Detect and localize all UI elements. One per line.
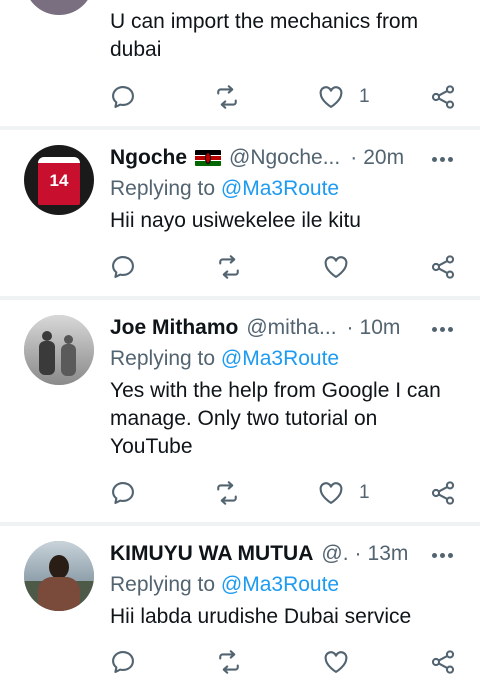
jersey-image: 14: [38, 157, 80, 205]
more-options-button[interactable]: [432, 553, 454, 559]
replying-label: Replying to: [110, 573, 216, 596]
share-button[interactable]: [429, 83, 457, 111]
replying-label: Replying to: [110, 347, 216, 370]
reply-icon: [109, 648, 137, 676]
reply-icon: [109, 83, 137, 111]
share-icon: [429, 253, 457, 281]
retweet-button[interactable]: [215, 253, 243, 281]
tweet-actions: 1: [0, 83, 480, 113]
share-icon: [429, 479, 457, 507]
share-icon: [429, 648, 457, 676]
avatar[interactable]: [24, 541, 94, 611]
separator-dot: ·: [354, 542, 362, 565]
replying-to: Replying to @Ma3Route: [110, 573, 339, 597]
tweet-actions: [0, 648, 480, 678]
replying-label: Replying to: [110, 177, 216, 200]
retweet-button[interactable]: [215, 648, 243, 676]
reply-icon: [109, 253, 137, 281]
kenya-flag-icon: [195, 150, 222, 166]
tweet-actions: [0, 253, 480, 283]
like-count: 1: [359, 482, 370, 503]
share-button[interactable]: [429, 253, 457, 281]
display-name[interactable]: KIMUYU WA MUTUA: [110, 542, 313, 566]
avatar[interactable]: [24, 0, 94, 15]
more-options-button[interactable]: [432, 327, 454, 333]
replying-to: Replying to @Ma3Route: [110, 347, 339, 371]
reply-button[interactable]: [109, 648, 137, 676]
more-options-button[interactable]: [432, 157, 454, 163]
reply-button[interactable]: [109, 253, 137, 281]
like-icon: [322, 253, 350, 281]
retweet-button[interactable]: [213, 83, 241, 111]
retweet-icon: [213, 479, 241, 507]
share-icon: [429, 83, 457, 111]
timestamp[interactable]: 10m: [360, 316, 401, 340]
reply-button[interactable]: [109, 479, 137, 507]
reply-button[interactable]: [109, 83, 137, 111]
like-button[interactable]: [317, 479, 345, 507]
replying-to: Replying to @Ma3Route: [110, 177, 339, 201]
tweet-header: Ngoche @Ngoche... · 20m: [110, 144, 452, 172]
jersey-number: 14: [49, 171, 69, 190]
retweet-icon: [213, 83, 241, 111]
display-name[interactable]: Ngoche: [110, 146, 187, 170]
like-icon: [322, 648, 350, 676]
retweet-icon: [215, 253, 243, 281]
user-handle[interactable]: @Ngoche...: [229, 146, 340, 170]
timestamp[interactable]: 13m: [368, 542, 409, 566]
tweet-text: U can import the mechanics from dubai: [110, 10, 419, 61]
timestamp[interactable]: 20m: [363, 146, 404, 170]
mention-link[interactable]: @Ma3Route: [221, 573, 339, 596]
user-handle[interactable]: @.: [321, 542, 348, 566]
tweet-actions: 1: [0, 479, 480, 509]
tweet-header: KIMUYU WA MUTUA @. · 13m: [110, 540, 452, 568]
like-button[interactable]: [322, 253, 350, 281]
avatar[interactable]: 14: [24, 145, 94, 215]
user-handle[interactable]: @mitha...: [246, 316, 336, 340]
like-button[interactable]: [317, 83, 345, 111]
tweet-text: Yes with the help from Google I can mana…: [110, 379, 441, 458]
separator-dot: ·: [346, 316, 354, 339]
separator-dot: ·: [350, 146, 358, 169]
retweet-icon: [215, 648, 243, 676]
like-count: 1: [359, 86, 370, 107]
mention-link[interactable]: @Ma3Route: [221, 177, 339, 200]
tweet-text: Hii labda urudishe Dubai service: [110, 605, 412, 628]
share-button[interactable]: [429, 479, 457, 507]
retweet-button[interactable]: [213, 479, 241, 507]
tweet-4[interactable]: KIMUYU WA MUTUA @. · 13m Replying to @Ma…: [0, 526, 480, 671]
tweet-1[interactable]: U can import the mechanics from dubai 1: [0, 0, 480, 126]
tweet-text: Hii nayo usiwekelee ile kitu: [110, 209, 361, 232]
like-button[interactable]: [322, 648, 350, 676]
display-name[interactable]: Joe Mithamo: [110, 316, 238, 340]
share-button[interactable]: [429, 648, 457, 676]
like-icon: [317, 479, 345, 507]
avatar[interactable]: [24, 315, 94, 385]
like-icon: [317, 83, 345, 111]
mention-link[interactable]: @Ma3Route: [221, 347, 339, 370]
tweet-header: Joe Mithamo @mitha... · 10m: [110, 314, 452, 342]
reply-icon: [109, 479, 137, 507]
tweet-3[interactable]: Joe Mithamo @mitha... · 10m Replying to …: [0, 300, 480, 522]
tweet-2[interactable]: 14 Ngoche @Ngoche... · 20m Replying to @…: [0, 130, 480, 296]
